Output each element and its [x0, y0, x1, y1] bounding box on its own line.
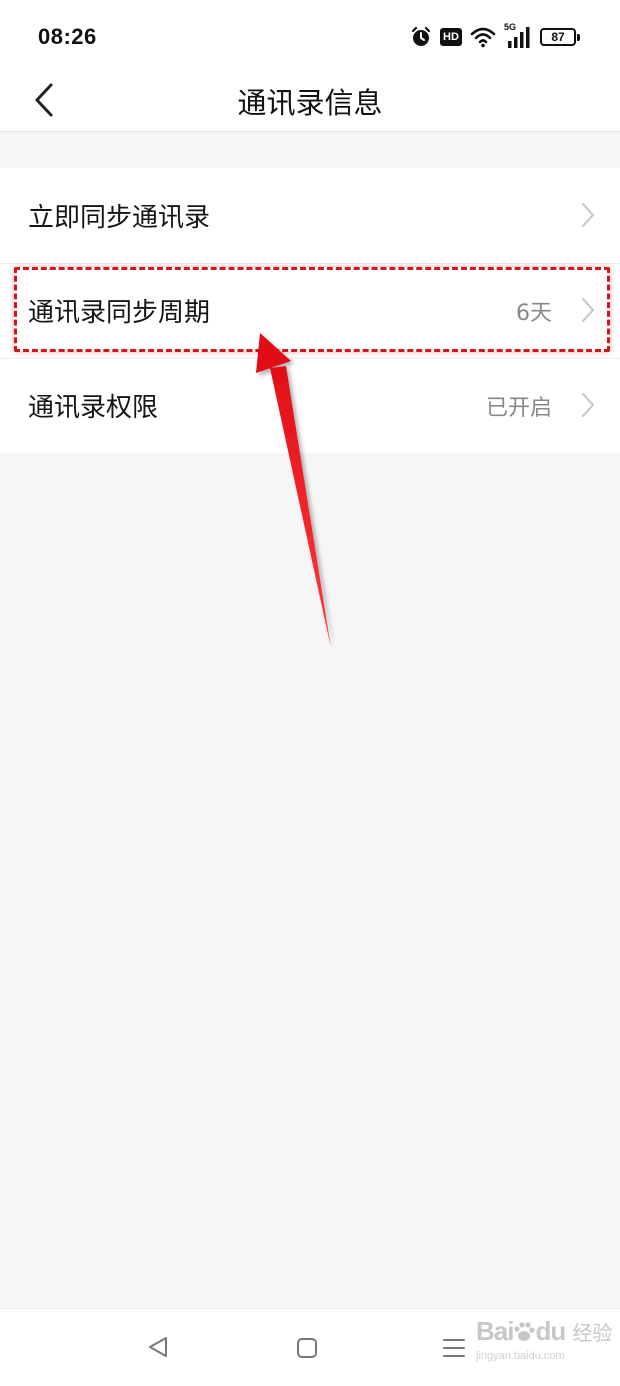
nav-back-icon[interactable]: [146, 1335, 170, 1363]
item-label: 通讯录权限: [28, 393, 159, 423]
list-item-permission[interactable]: 通讯录权限 已开启: [0, 358, 620, 453]
status-icons: HD 5G 87: [410, 22, 580, 50]
status-time: 08:26: [38, 24, 97, 49]
screen: 08:26 HD 5G 87 通讯录信息 立即同步通讯录 通讯录同步周期 6天 …: [0, 0, 620, 1386]
page-title: 通讯录信息: [237, 86, 383, 120]
header: 通讯录信息: [0, 70, 620, 132]
status-bar: 08:26 HD 5G 87: [0, 0, 620, 70]
watermark-brand-2: du: [535, 1316, 566, 1346]
paw-icon: [514, 1322, 536, 1341]
list-item-sync-now[interactable]: 立即同步通讯录: [0, 168, 620, 263]
battery-level: 87: [551, 30, 565, 44]
watermark-brand: Bai: [476, 1316, 514, 1346]
alarm-icon: [410, 26, 432, 48]
item-label: 立即同步通讯录: [28, 203, 211, 233]
nav-home-icon[interactable]: [296, 1337, 318, 1363]
battery-icon: 87: [540, 28, 580, 46]
highlight-box: [14, 267, 610, 352]
nav-menu-icon[interactable]: [442, 1337, 466, 1363]
chevron-right-icon: [582, 203, 594, 227]
watermark-sub: 经验: [572, 1321, 613, 1345]
item-value: 已开启: [485, 395, 552, 421]
chevron-right-icon: [582, 393, 594, 417]
watermark: Bai du 经验 jingyan.baidu.com: [476, 1316, 613, 1362]
hd-badge: HD: [440, 28, 462, 46]
signal-icon: 5G: [504, 22, 532, 49]
wifi-icon: [470, 26, 496, 48]
watermark-url: jingyan.baidu.com: [476, 1350, 565, 1362]
